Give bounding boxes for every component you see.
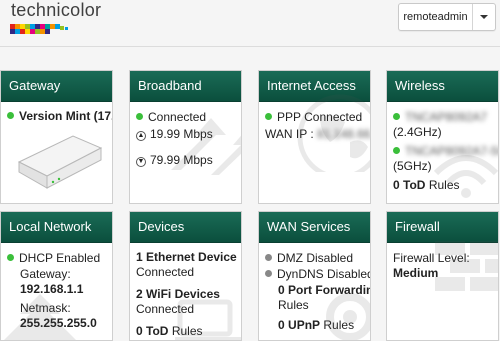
broadband-download: ▼ 79.99 Mbps <box>136 153 213 167</box>
status-ok-icon <box>136 113 143 120</box>
firewall-level-label: Firewall Level: <box>393 251 470 265</box>
wireless-band-24: (2.4GHz) <box>393 125 442 139</box>
status-ok-icon <box>265 113 272 120</box>
header: technicolor remoteadmin <box>0 0 500 52</box>
card-gateway[interactable]: Gateway Version Mint (17.2 <box>0 70 113 204</box>
user-menu-dropdown[interactable]: remoteadmin <box>398 3 496 31</box>
wan-ip-value: 81.148.66.6 <box>317 127 371 141</box>
card-local-network[interactable]: Local Network DHCP Enabled Gateway: 192.… <box>0 211 113 341</box>
lan-netmask-label: Netmask: <box>20 301 71 315</box>
dyndns-status: DynDNS Disabled <box>265 267 370 282</box>
wireless-ssid-24: TNCAP8092A7 <box>393 110 492 125</box>
card-title-wan-services[interactable]: WAN Services <box>259 212 370 243</box>
card-wireless[interactable]: Wireless TNCAP8092A7 (2.4GHz) TNCAP8092A… <box>386 70 499 204</box>
card-title-devices[interactable]: Devices <box>130 212 241 243</box>
ethernet-devices-status: Connected <box>136 265 195 279</box>
wan-ip-row: WAN IP : 81.148.66.6 <box>265 127 370 142</box>
lan-netmask-value: 255.255.255.0 <box>20 316 97 330</box>
broadband-status: Connected <box>136 110 235 125</box>
wireless-ssid-5: TNCAP8092A7-5G <box>393 144 498 159</box>
download-arrow-icon: ▼ <box>136 157 146 167</box>
card-title-internet-access[interactable]: Internet Access <box>259 71 370 102</box>
card-title-wireless[interactable]: Wireless <box>387 71 498 102</box>
ethernet-devices-count: 1 Ethernet Device <box>136 250 237 264</box>
internet-status: PPP Connected <box>265 110 364 125</box>
upload-arrow-icon: ▲ <box>136 131 146 141</box>
card-devices[interactable]: Devices 1 Ethernet Device Connected 2 Wi… <box>129 211 242 341</box>
status-ok-icon <box>7 254 14 261</box>
card-title-local-network[interactable]: Local Network <box>1 212 112 243</box>
chevron-down-icon[interactable] <box>472 4 495 30</box>
wireless-tod-rules: 0 ToD Rules <box>393 178 460 192</box>
card-title-firewall[interactable]: Firewall <box>387 212 498 243</box>
router-device-icon <box>17 135 103 189</box>
dmz-status: DMZ Disabled <box>265 251 364 266</box>
card-firewall[interactable]: Firewall Firewall Level: Medium <box>386 211 499 341</box>
wifi-devices-status: Connected <box>136 302 195 316</box>
status-ok-icon <box>393 147 400 154</box>
status-off-icon <box>265 270 272 277</box>
card-title-broadband[interactable]: Broadband <box>130 71 241 102</box>
card-internet-access[interactable]: Internet Access PPP Connected WAN IP : 8… <box>258 70 371 204</box>
port-forwarding-suffix: Rules <box>278 298 309 312</box>
lan-gateway-value: 192.168.1.1 <box>20 282 84 296</box>
broadband-upload: ▲ 19.99 Mbps <box>136 127 213 141</box>
card-broadband[interactable]: Broadband Connected ▲ 19.99 Mbps ▼ 79.99 M… <box>129 70 242 204</box>
wan-ip-label: WAN IP : <box>265 127 314 141</box>
wifi-devices-count: 2 WiFi Devices <box>136 287 220 301</box>
devices-tod-rules: 0 ToD Rules <box>136 324 203 338</box>
status-ok-icon <box>393 113 400 120</box>
header-divider <box>0 46 500 47</box>
brand-logo-mosaic <box>10 24 68 34</box>
lan-gateway-label: Gateway: <box>20 267 71 281</box>
upnp-rules: 0 UPnP Rules <box>278 318 355 332</box>
wireless-band-5: (5GHz) <box>393 159 432 173</box>
brand-logo-text: technicolor <box>11 0 102 20</box>
status-ok-icon <box>7 112 14 119</box>
firewall-level-value: Medium <box>393 266 439 280</box>
status-off-icon <box>265 254 272 261</box>
user-menu-label[interactable]: remoteadmin <box>399 4 472 30</box>
gateway-version: Version Mint (17.2 <box>7 109 112 124</box>
port-forwarding-count: 0 Port Forwarding <box>278 283 370 297</box>
dhcp-status: DHCP Enabled <box>7 251 106 266</box>
card-title-gateway[interactable]: Gateway <box>1 71 112 102</box>
card-wan-services[interactable]: WAN Services DMZ Disabled DynDNS Disable… <box>258 211 371 341</box>
